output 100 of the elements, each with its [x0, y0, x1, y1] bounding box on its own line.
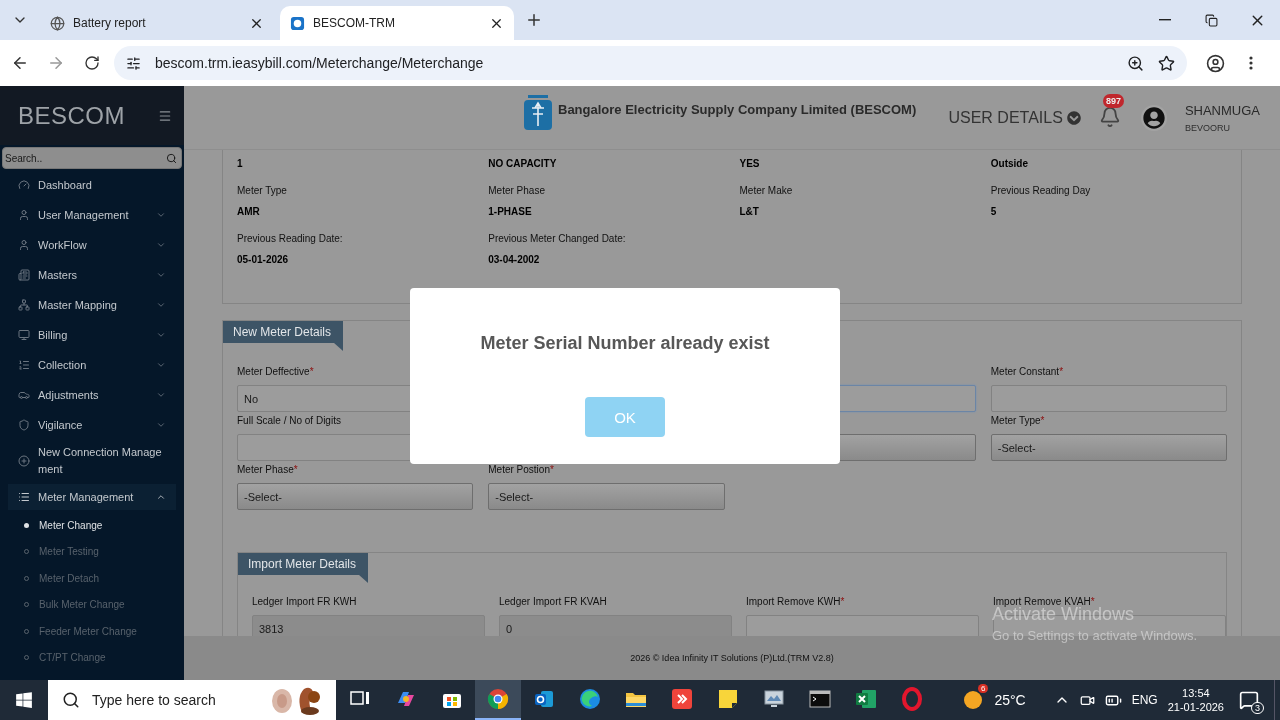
- notification-center-button[interactable]: 3: [1234, 688, 1264, 712]
- globe-icon: [50, 15, 65, 31]
- input-field[interactable]: [746, 615, 979, 636]
- car-icon: [18, 389, 30, 401]
- site-info-icon[interactable]: [126, 55, 141, 71]
- user-name: SHANMUGA: [1184, 103, 1260, 118]
- chevron-down-icon: [156, 240, 166, 250]
- user-icon: [18, 239, 30, 251]
- sidebar-item[interactable]: Collection: [0, 350, 184, 380]
- field-label: Meter Postion*: [488, 463, 554, 477]
- sidebar-item[interactable]: User Management: [0, 200, 184, 230]
- sidebar-item[interactable]: Vigilance: [0, 410, 184, 440]
- copyright-text: 2026 © Idea Infinity IT Solutions (P)Ltd.(TRM V2.8): [630, 653, 834, 663]
- star-icon[interactable]: [1158, 54, 1175, 72]
- sidebar-item[interactable]: WorkFlow: [0, 230, 184, 260]
- list-icon: [18, 491, 30, 503]
- user-location: BEVOORU: [1184, 123, 1231, 133]
- input-field[interactable]: [990, 385, 1227, 412]
- restore-icon: [1204, 13, 1218, 27]
- field-value: AMR: [237, 206, 260, 217]
- field-value: 03-04-2002: [488, 254, 540, 265]
- brand-name: BESCOM: [18, 101, 125, 130]
- section-title: Import Meter Details: [238, 553, 369, 583]
- field-value: YES: [739, 158, 760, 169]
- monitor-icon: [18, 329, 30, 341]
- field-value: 05-01-2026: [237, 254, 289, 265]
- browser-tab[interactable]: BESCOM-TRM: [280, 6, 514, 40]
- sidebar-item[interactable]: Masters: [0, 260, 184, 290]
- sidebar-item[interactable]: Master Mapping: [0, 290, 184, 320]
- network-icon: [18, 299, 30, 311]
- input-field[interactable]: 3813: [252, 615, 485, 636]
- field-label: Ledger Import FR KVAH: [499, 595, 607, 609]
- user-icon: [18, 209, 30, 221]
- user-details-menu[interactable]: USER DETAILS: [948, 109, 1081, 127]
- newspaper-icon: [18, 269, 30, 281]
- sidebar-item[interactable]: Billing: [0, 320, 184, 350]
- chevron-down-icon: [156, 330, 166, 340]
- chevron-up-icon: [156, 492, 166, 502]
- site-icon: [290, 15, 305, 31]
- menu-icon[interactable]: [158, 108, 172, 123]
- sidebar-item[interactable]: Dashboard: [0, 170, 184, 200]
- avatar[interactable]: [1140, 105, 1167, 131]
- chevron-down-icon: [156, 210, 166, 220]
- chevron-down-icon: [156, 300, 166, 310]
- chevron-down-icon: [156, 360, 166, 370]
- field-label: Meter Constant*: [990, 365, 1064, 379]
- field-label: Meter Deffective*: [237, 365, 314, 379]
- field-label: Previous Reading Day: [990, 185, 1091, 196]
- sidebar-item[interactable]: New Connection Management: [0, 440, 184, 482]
- temperature: 25°C: [994, 692, 1026, 708]
- browser-tab[interactable]: Battery report: [40, 6, 274, 40]
- profile-icon: [1205, 53, 1225, 73]
- chevron-down-icon: [156, 270, 166, 280]
- notification-count: 897: [1102, 94, 1124, 108]
- browser-icon: [578, 687, 602, 711]
- list-icon: [18, 359, 30, 371]
- windows-icon: [15, 691, 33, 709]
- clock[interactable]: 13:54 21-01-2026: [1167, 687, 1224, 713]
- section-title: New Meter Details: [223, 321, 344, 351]
- field-value: 5: [990, 206, 997, 217]
- select-field[interactable]: -Select-: [237, 483, 474, 510]
- field-label: Import Remove KWH*: [746, 595, 845, 609]
- zoom-icon[interactable]: [1127, 54, 1144, 72]
- taskbar-search[interactable]: Type here to search: [48, 680, 336, 720]
- field-label: Previous Meter Changed Date:: [488, 233, 626, 244]
- input-field[interactable]: 0: [499, 615, 732, 636]
- sidebar-item[interactable]: Adjustments: [0, 380, 184, 410]
- minimize-icon: [1159, 19, 1171, 21]
- field-value: NO CAPACITY: [488, 158, 557, 169]
- shield-icon: [18, 419, 30, 431]
- search-icon: [166, 152, 177, 164]
- plus-icon: [525, 11, 543, 29]
- field-value: L&T: [739, 206, 759, 217]
- select-field[interactable]: -Select-: [990, 434, 1227, 461]
- spreadsheet-icon: [854, 687, 878, 711]
- field-label: Meter Phase*: [237, 463, 298, 477]
- language-indicator[interactable]: ENG: [1131, 693, 1158, 707]
- search-field[interactable]: Search..: [2, 147, 182, 169]
- select-field[interactable]: -Select-: [488, 483, 725, 510]
- chevron-down-icon: [156, 420, 166, 430]
- field-label: Ledger Import FR KWH: [252, 595, 357, 609]
- bell-icon[interactable]: [1098, 106, 1121, 128]
- sidebar-subitem[interactable]: Meter Change: [0, 512, 184, 539]
- field-label: Previous Reading Date:: [237, 233, 343, 244]
- field-label: Meter Type: [237, 185, 287, 196]
- field-value: 1-PHASE: [488, 206, 532, 217]
- company-name: Bangalore Electricity Supply Company Limited (BESCOM): [558, 102, 917, 117]
- sun-icon[interactable]: [962, 689, 985, 711]
- field-label: Meter Type*: [990, 414, 1045, 428]
- sidebar-item[interactable]: Meter Management: [8, 484, 176, 510]
- chevron-down-icon: [156, 390, 166, 400]
- field-label: Meter Make: [739, 185, 793, 196]
- field-label: Full Scale / No of Digits: [237, 414, 341, 428]
- gauge-icon: [18, 179, 30, 191]
- note-icon: [716, 687, 740, 711]
- address-bar[interactable]: bescom.trm.ieasybill.com/Meterchange/Meterchange: [114, 46, 1187, 80]
- remote-desktop-icon: [670, 687, 694, 711]
- field-value: Outside: [990, 158, 1028, 169]
- weather-badge: 6: [977, 684, 989, 693]
- chevron-down-icon: [1066, 111, 1081, 125]
